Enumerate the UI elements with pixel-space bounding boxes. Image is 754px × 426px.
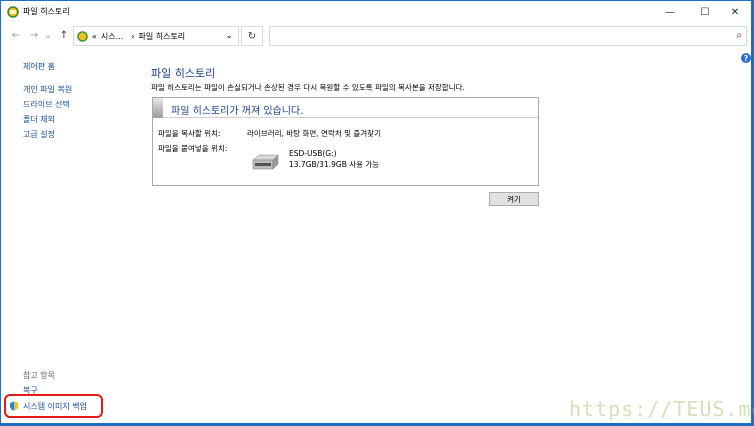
copy-from-value: 라이브러리, 바탕 화면, 연락처 및 즐겨찾기 bbox=[247, 129, 381, 138]
file-history-app-icon bbox=[7, 6, 19, 18]
sidebar: 제어판 홈 개인 파일 복원 드라이브 선택 폴더 제외 고급 설정 참고 항목… bbox=[1, 49, 131, 423]
search-icon[interactable]: ⌕ bbox=[736, 30, 742, 41]
address-dropdown-icon[interactable]: ⌄ bbox=[225, 31, 233, 41]
minimize-button[interactable]: — bbox=[654, 1, 686, 23]
sidebar-item-advanced-settings[interactable]: 고급 설정 bbox=[23, 129, 55, 140]
drive-name: ESD-USB(G:) bbox=[289, 149, 337, 158]
title-bar[interactable]: 파일 히스토리 — ☐ ✕ bbox=[1, 1, 751, 23]
help-icon[interactable]: ? bbox=[741, 53, 751, 63]
breadcrumb-separator-icon: › bbox=[131, 31, 135, 41]
sidebar-item-restore-personal-files[interactable]: 개인 파일 복원 bbox=[23, 84, 72, 95]
status-bar-indicator bbox=[153, 98, 163, 118]
see-also-heading: 참고 항목 bbox=[23, 371, 55, 380]
close-button[interactable]: ✕ bbox=[719, 1, 751, 23]
copy-from-label: 파일을 복사할 위치: bbox=[158, 129, 221, 138]
status-panel: 파일 히스토리가 꺼져 있습니다. 파일을 복사할 위치: 라이브러리, 바탕 … bbox=[152, 97, 539, 186]
close-icon: ✕ bbox=[730, 6, 740, 18]
recent-locations-button[interactable]: ⌄ bbox=[43, 28, 53, 42]
refresh-icon: ↻ bbox=[247, 30, 257, 42]
usb-drive-icon bbox=[252, 154, 279, 170]
up-arrow-icon: ↑ bbox=[59, 29, 69, 41]
address-bar[interactable]: « 시스... › 파일 히스토리 ⌄ bbox=[73, 26, 239, 46]
file-history-window: 파일 히스토리 — ☐ ✕ ← → ⌄ ↑ « 시스... › 파일 히스토리 … bbox=[0, 0, 754, 424]
address-overflow[interactable]: « bbox=[92, 32, 97, 41]
page-title: 파일 히스토리 bbox=[151, 67, 216, 80]
highlight-annotation bbox=[4, 394, 103, 418]
watermark: https://TEUS.me bbox=[569, 397, 754, 421]
chevron-down-icon: ⌄ bbox=[43, 29, 53, 41]
minimize-icon: — bbox=[665, 6, 675, 18]
turn-on-button[interactable]: 켜기 bbox=[489, 192, 539, 206]
drive-usage: 13.7GB/31.9GB 사용 가능 bbox=[289, 160, 380, 169]
copy-to-label: 파일을 붙여넣을 위치: bbox=[158, 144, 228, 153]
breadcrumb-file-history[interactable]: 파일 히스토리 bbox=[138, 31, 185, 42]
window-title: 파일 히스토리 bbox=[23, 7, 70, 16]
sidebar-item-exclude-folders[interactable]: 폴더 제외 bbox=[23, 114, 55, 125]
maximize-icon: ☐ bbox=[700, 6, 710, 18]
back-arrow-icon: ← bbox=[11, 29, 21, 41]
search-box[interactable]: ⌕ bbox=[269, 26, 747, 46]
forward-button[interactable]: → bbox=[27, 28, 41, 42]
sidebar-item-control-panel-home[interactable]: 제어판 홈 bbox=[23, 61, 55, 72]
file-history-location-icon bbox=[77, 30, 88, 42]
maximize-button[interactable]: ☐ bbox=[689, 1, 721, 23]
forward-arrow-icon: → bbox=[29, 29, 39, 41]
up-button[interactable]: ↑ bbox=[57, 28, 71, 42]
back-button[interactable]: ← bbox=[9, 28, 23, 42]
breadcrumb-system[interactable]: 시스... bbox=[101, 31, 123, 42]
status-title: 파일 히스토리가 꺼져 있습니다. bbox=[171, 106, 304, 117]
status-panel-header: 파일 히스토리가 꺼져 있습니다. bbox=[153, 98, 538, 118]
page-description: 파일 히스토리는 파일이 손실되거나 손상된 경우 다시 복원할 수 있도록 파… bbox=[151, 83, 465, 92]
address-toolbar: ← → ⌄ ↑ « 시스... › 파일 히스토리 ⌄ ↻ ⌕ bbox=[1, 25, 751, 47]
refresh-button[interactable]: ↻ bbox=[241, 26, 263, 46]
sidebar-item-select-drive[interactable]: 드라이브 선택 bbox=[23, 99, 70, 110]
